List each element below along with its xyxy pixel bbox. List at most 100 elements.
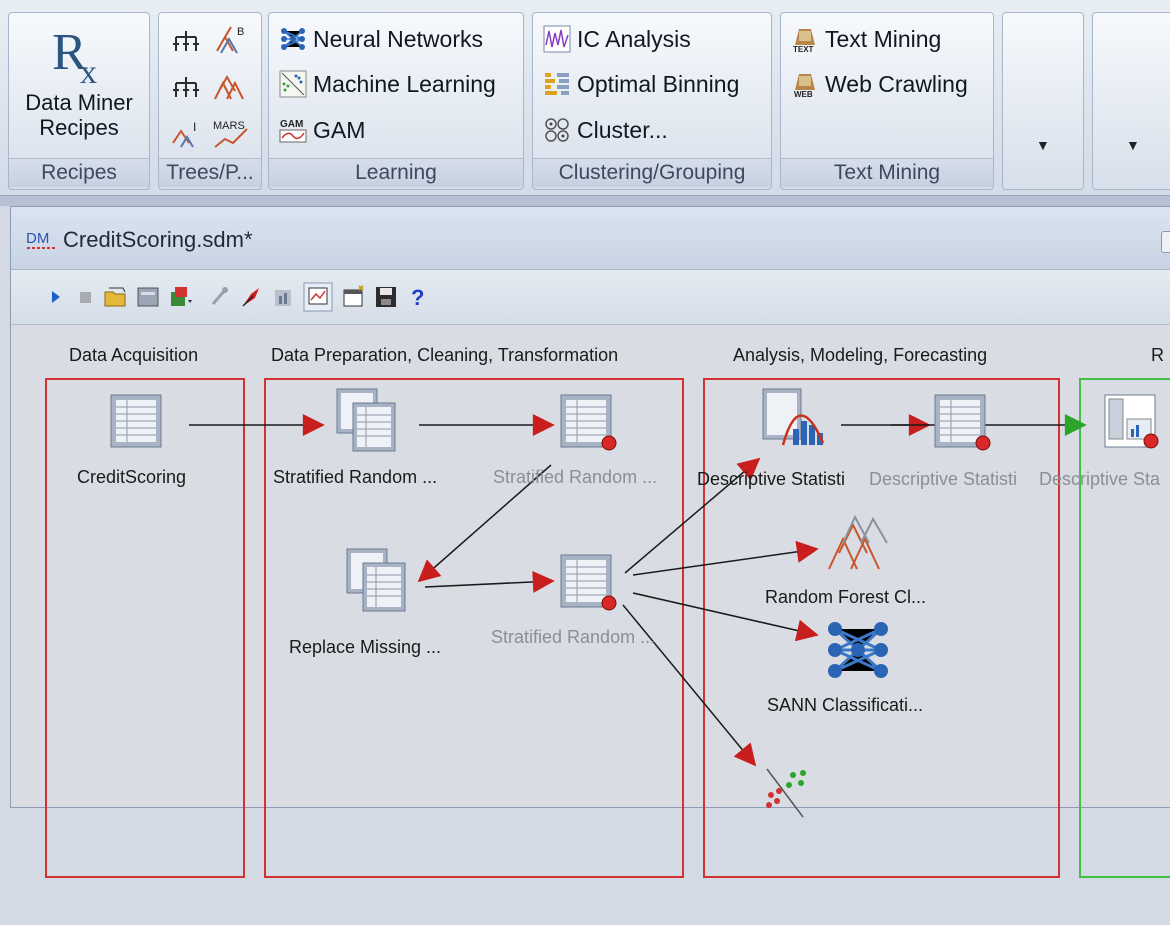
spreadsheet-icon[interactable]: [557, 551, 617, 611]
mars-icon[interactable]: MARS: [211, 117, 251, 151]
neural-network-icon: [281, 28, 305, 50]
node-label-descriptive-1[interactable]: Descriptive Statisti: [697, 469, 845, 490]
neural-networks-label: Neural Networks: [313, 25, 483, 52]
recipes-button-line1: Data Miner: [25, 90, 133, 115]
random-forest-icon[interactable]: [171, 73, 201, 103]
dm-icon-text: DM: [26, 230, 49, 247]
data-acquisition-frame: [45, 378, 245, 878]
random-forest-icon[interactable]: [823, 509, 893, 579]
descriptive-stats-icon[interactable]: [759, 385, 831, 455]
collapsed-group-2[interactable]: ▼: [1092, 12, 1170, 190]
machine-learning-button[interactable]: Machine Learning: [279, 70, 496, 98]
web-crawling-button[interactable]: WEB Web Crawling: [791, 70, 968, 99]
gam-icon-text: GAM: [280, 119, 303, 130]
workspace-toolbar: ?: [11, 270, 1170, 325]
marker-icon[interactable]: [239, 284, 265, 310]
gam-label: GAM: [313, 116, 366, 143]
ribbon-separator: [0, 196, 1170, 206]
node-label-stratified-3[interactable]: Stratified Random ...: [491, 627, 655, 648]
workspace-canvas[interactable]: Data Acquisition Data Preparation, Clean…: [11, 325, 1170, 878]
gam-button[interactable]: GAM GAM: [279, 116, 365, 144]
optimal-binning-icon: [545, 73, 569, 95]
gam-icon: GAM: [279, 119, 307, 143]
save-icon[interactable]: [373, 284, 399, 310]
text-icon-letters: TEXT: [793, 45, 814, 53]
stacked-spreadsheet-icon[interactable]: [333, 385, 403, 455]
recipes-button-line2: Recipes: [39, 115, 119, 140]
ic-analysis-button[interactable]: IC Analysis: [543, 25, 691, 53]
optimal-binning-button[interactable]: Optimal Binning: [543, 70, 739, 98]
rx-icon: R x: [52, 24, 97, 91]
node-browser-icon[interactable]: [167, 284, 193, 310]
new-window-icon[interactable]: [341, 284, 367, 310]
spreadsheet-icon[interactable]: [931, 391, 991, 451]
scatter-plot-icon[interactable]: [763, 765, 823, 825]
node-label-credit-scoring[interactable]: CreditScoring: [77, 467, 186, 488]
run-icon[interactable]: [43, 284, 69, 310]
document-title: CreditScoring.sdm*: [63, 227, 253, 252]
node-label-stratified-2[interactable]: Stratified Random ...: [493, 467, 657, 488]
text-mining-icon: TEXT: [793, 29, 815, 53]
help-glyph: ?: [411, 285, 424, 310]
optimal-binning-label: Optimal Binning: [577, 70, 740, 97]
machine-learning-label: Machine Learning: [313, 70, 496, 97]
chevron-down-icon: ▼: [1126, 137, 1140, 153]
group-label-learning: Learning: [269, 158, 523, 187]
cluster-button[interactable]: Cluster...: [543, 116, 668, 144]
node-label-descriptive-2[interactable]: Descriptive Statisti: [869, 469, 1017, 490]
learning-group: Neural Networks Machine Learning GAM GAM…: [268, 12, 524, 190]
column-header-analysis: Analysis, Modeling, Forecasting: [733, 345, 988, 365]
reports-frame: [1079, 378, 1170, 878]
web-crawling-icon: WEB: [794, 74, 815, 98]
boosted-trees-icon[interactable]: B: [211, 23, 247, 57]
b-letter: B: [237, 26, 244, 38]
node-label-descriptive-3[interactable]: Descriptive Sta: [1039, 469, 1160, 490]
open-folder-icon[interactable]: [103, 284, 129, 310]
neural-networks-button[interactable]: Neural Networks: [279, 25, 483, 53]
connect-icon[interactable]: [207, 284, 233, 310]
group-label-trees: Trees/P...: [159, 158, 261, 187]
document-window: DM CreditScoring.sdm* ? Data Acquisition…: [10, 206, 1170, 878]
group-label-recipes: Recipes: [9, 158, 149, 187]
node-label-stratified-1[interactable]: Stratified Random ...: [273, 467, 437, 488]
column-header-data-preparation: Data Preparation, Cleaning, Transformati…: [271, 345, 619, 365]
data-miner-recipes-button[interactable]: R x Data Miner Recipes: [9, 13, 149, 153]
i-letter: I: [193, 120, 196, 134]
report-icon[interactable]: [1101, 391, 1161, 451]
neural-network-icon[interactable]: [825, 617, 891, 683]
column-header-reports: R: [1151, 345, 1164, 365]
ic-analysis-label: IC Analysis: [577, 25, 691, 52]
text-mining-group: TEXT Text Mining WEB Web Crawling Text M…: [780, 12, 994, 190]
text-mining-label: Text Mining: [825, 25, 942, 52]
clustering-group: IC Analysis Optimal Binning Cluster... C…: [532, 12, 772, 190]
svg-text:x: x: [80, 54, 97, 91]
group-label-clustering: Clustering/Grouping: [533, 158, 771, 187]
stacked-spreadsheet-icon[interactable]: [343, 545, 413, 615]
forest-icon[interactable]: [211, 71, 247, 105]
dm-icon: DM: [26, 230, 55, 249]
machine-learning-icon: [279, 70, 307, 98]
spreadsheet-icon[interactable]: [557, 391, 617, 451]
collapsed-group-1[interactable]: ▼: [1002, 12, 1084, 190]
interactive-trees-icon[interactable]: I: [169, 117, 203, 151]
cluster-icon: [545, 118, 569, 142]
results-view-icon[interactable]: [303, 282, 333, 312]
chart-doc-icon[interactable]: [271, 284, 297, 310]
data-source-icon[interactable]: [135, 284, 161, 310]
document-titlebar: DM CreditScoring.sdm*: [11, 207, 1170, 270]
node-label-sann[interactable]: SANN Classificati...: [767, 695, 923, 716]
spreadsheet-icon[interactable]: [107, 391, 167, 451]
tree-icon[interactable]: [171, 27, 201, 57]
recipes-group: R x Data Miner Recipes Recipes: [8, 12, 150, 190]
mars-letters: MARS: [213, 120, 245, 132]
minimize-button[interactable]: [1161, 231, 1170, 253]
help-icon[interactable]: ?: [405, 284, 431, 310]
node-label-replace-missing[interactable]: Replace Missing ...: [289, 637, 441, 658]
web-icon-letters: WEB: [794, 90, 813, 98]
node-label-random-forest[interactable]: Random Forest Cl...: [765, 587, 926, 608]
trees-group: B I MARS Trees/P...: [158, 12, 262, 190]
stop-icon[interactable]: [73, 284, 99, 310]
ic-analysis-icon: [543, 25, 571, 53]
ribbon: R x Data Miner Recipes Recipes B I MARS …: [0, 0, 1170, 196]
text-mining-button[interactable]: TEXT Text Mining: [791, 25, 942, 54]
